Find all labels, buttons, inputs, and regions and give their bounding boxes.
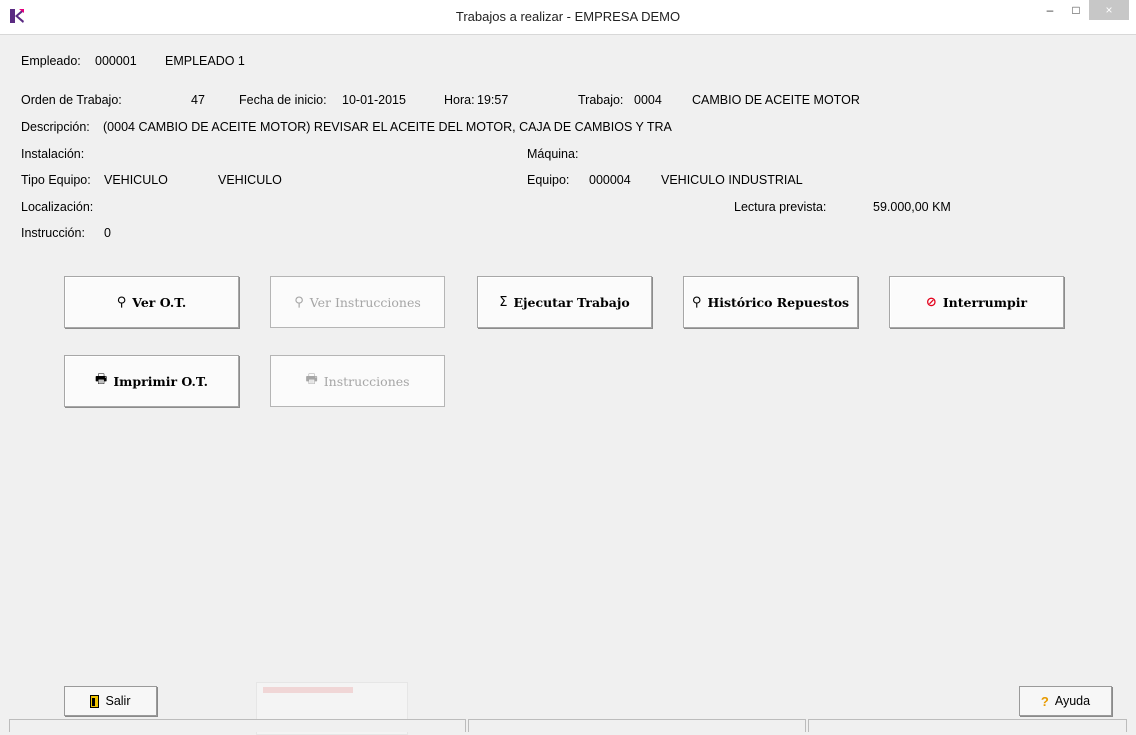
tipo-equipo-name: VEHICULO (218, 173, 282, 187)
ejecutar-trabajo-button[interactable]: Σ Ejecutar Trabajo (477, 276, 652, 328)
ver-ot-button[interactable]: ⚲ Ver O.T. (64, 276, 239, 328)
interrumpir-button[interactable]: ⊘ Interrumpir (889, 276, 1064, 328)
localizacion-label: Localización: (21, 200, 94, 214)
instruccion-label: Instrucción: (21, 226, 85, 240)
instruccion-value: 0 (104, 226, 111, 240)
imprimir-ot-button[interactable]: 🖶 Imprimir O.T. (64, 355, 239, 407)
close-button[interactable]: × (1089, 0, 1129, 20)
fecha-value: 10-01-2015 (342, 93, 406, 107)
title-bar: Trabajos a realizar - EMPRESA DEMO – □ × (0, 0, 1136, 35)
equipo-name: VEHICULO INDUSTRIAL (661, 173, 803, 187)
salir-label: Salir (105, 694, 131, 708)
ver-ot-label: Ver O.T. (132, 294, 187, 310)
orden-value: 47 (191, 93, 205, 107)
equipo-label: Equipo: (527, 173, 570, 187)
status-bar (9, 719, 1127, 733)
descripcion-value: (0004 CAMBIO DE ACEITE MOTOR) REVISAR EL… (103, 120, 672, 134)
printer-icon: 🖶 (305, 372, 318, 387)
orden-label: Orden de Trabajo: (21, 93, 122, 107)
salir-button[interactable]: Salir (64, 686, 157, 716)
empleado-code: 000001 (95, 54, 137, 68)
minimize-button[interactable]: – (1037, 0, 1063, 20)
printer-icon: 🖶 (95, 372, 108, 387)
sigma-icon: Σ (499, 294, 508, 310)
trabajo-label: Trabajo: (578, 93, 624, 107)
exit-door-icon (90, 694, 100, 708)
search-icon: ⚲ (116, 294, 127, 310)
status-panel (808, 719, 1127, 732)
interrumpir-label: Interrumpir (942, 294, 1028, 310)
lectura-value: 59.000,00 KM (873, 200, 951, 214)
ver-instrucciones-label: Ver Instrucciones (309, 294, 421, 310)
instrucciones-button[interactable]: 🖶 Instrucciones (270, 355, 445, 407)
fecha-label: Fecha de inicio: (239, 93, 327, 107)
trabajo-name: CAMBIO DE ACEITE MOTOR (692, 93, 860, 107)
ver-instrucciones-button[interactable]: ⚲ Ver Instrucciones (270, 276, 445, 328)
ayuda-label: Ayuda (1054, 694, 1091, 708)
ayuda-button[interactable]: ? Ayuda (1019, 686, 1112, 716)
status-panel (468, 719, 806, 732)
status-panel (9, 719, 466, 732)
lectura-label: Lectura prevista: (734, 200, 827, 214)
window-title: Trabajos a realizar - EMPRESA DEMO (455, 9, 681, 24)
imprimir-ot-label: Imprimir O.T. (113, 373, 208, 389)
tipo-equipo-code: VEHICULO (104, 173, 168, 187)
instalacion-label: Instalación: (21, 147, 85, 161)
hora-value: 19:57 (477, 93, 509, 107)
maquina-label: Máquina: (527, 147, 579, 161)
ejecutar-trabajo-label: Ejecutar Trabajo (513, 294, 630, 310)
maximize-button[interactable]: □ (1063, 0, 1089, 20)
historico-repuestos-label: Histórico Repuestos (707, 294, 850, 310)
instrucciones-label: Instrucciones (323, 373, 410, 389)
descripcion-label: Descripción: (21, 120, 90, 134)
empleado-label: Empleado: (21, 54, 81, 68)
search-icon: ⚲ (294, 294, 304, 310)
help-icon: ? (1040, 693, 1049, 709)
empleado-name: EMPLEADO 1 (165, 54, 245, 68)
search-icon: ⚲ (691, 294, 702, 310)
historico-repuestos-button[interactable]: ⚲ Histórico Repuestos (683, 276, 858, 328)
trabajo-code: 0004 (634, 93, 662, 107)
equipo-code: 000004 (589, 173, 631, 187)
no-entry-icon: ⊘ (925, 294, 937, 310)
tipo-equipo-label: Tipo Equipo: (21, 173, 91, 187)
hora-label: Hora: (444, 93, 475, 107)
